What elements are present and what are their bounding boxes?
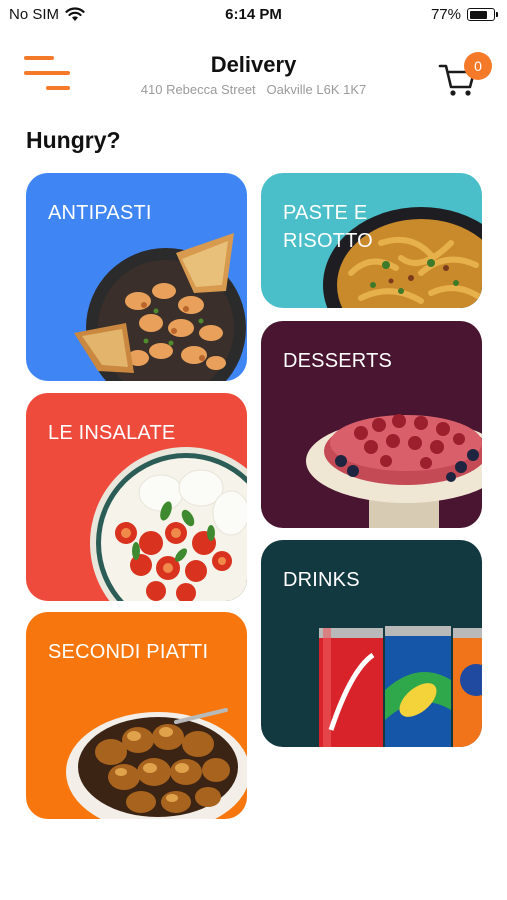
app-header: Delivery 410 Rebecca Street Oakville L6K…: [0, 40, 507, 110]
delivery-address[interactable]: 410 Rebecca Street Oakville L6K 1K7: [0, 82, 507, 97]
category-label: LE INSALATE: [48, 422, 176, 444]
header-center: Delivery 410 Rebecca Street Oakville L6K…: [0, 52, 507, 97]
page-title: Delivery: [210, 52, 297, 77]
category-label: DRINKS: [283, 569, 360, 591]
category-label: ANTIPASTI: [48, 202, 152, 224]
category-card-le-insalate[interactable]: LE INSALATE: [26, 393, 247, 601]
battery-fill: [469, 10, 488, 19]
battery-icon: [467, 8, 498, 21]
category-label: DESSERTS: [283, 350, 393, 372]
status-right: 77%: [430, 6, 498, 23]
status-bar: No SIM 6:14 PM 77%: [0, 0, 507, 30]
cart-button[interactable]: 0: [438, 52, 494, 100]
category-card-antipasti[interactable]: ANTIPASTI: [26, 173, 247, 381]
cart-count-badge: 0: [464, 52, 492, 80]
category-card-secondi-piatti[interactable]: SECONDI PIATTI: [26, 612, 247, 819]
category-label: PASTE E RISOTTO: [283, 202, 373, 252]
category-label: SECONDI PIATTI: [48, 641, 209, 663]
category-card-drinks[interactable]: DRINKS: [261, 540, 482, 747]
battery-percent: 77%: [430, 6, 461, 23]
category-card-paste-e-risotto[interactable]: PASTE E RISOTTO: [261, 173, 482, 308]
section-title: Hungry?: [26, 127, 121, 153]
category-card-desserts[interactable]: DESSERTS: [261, 321, 482, 528]
